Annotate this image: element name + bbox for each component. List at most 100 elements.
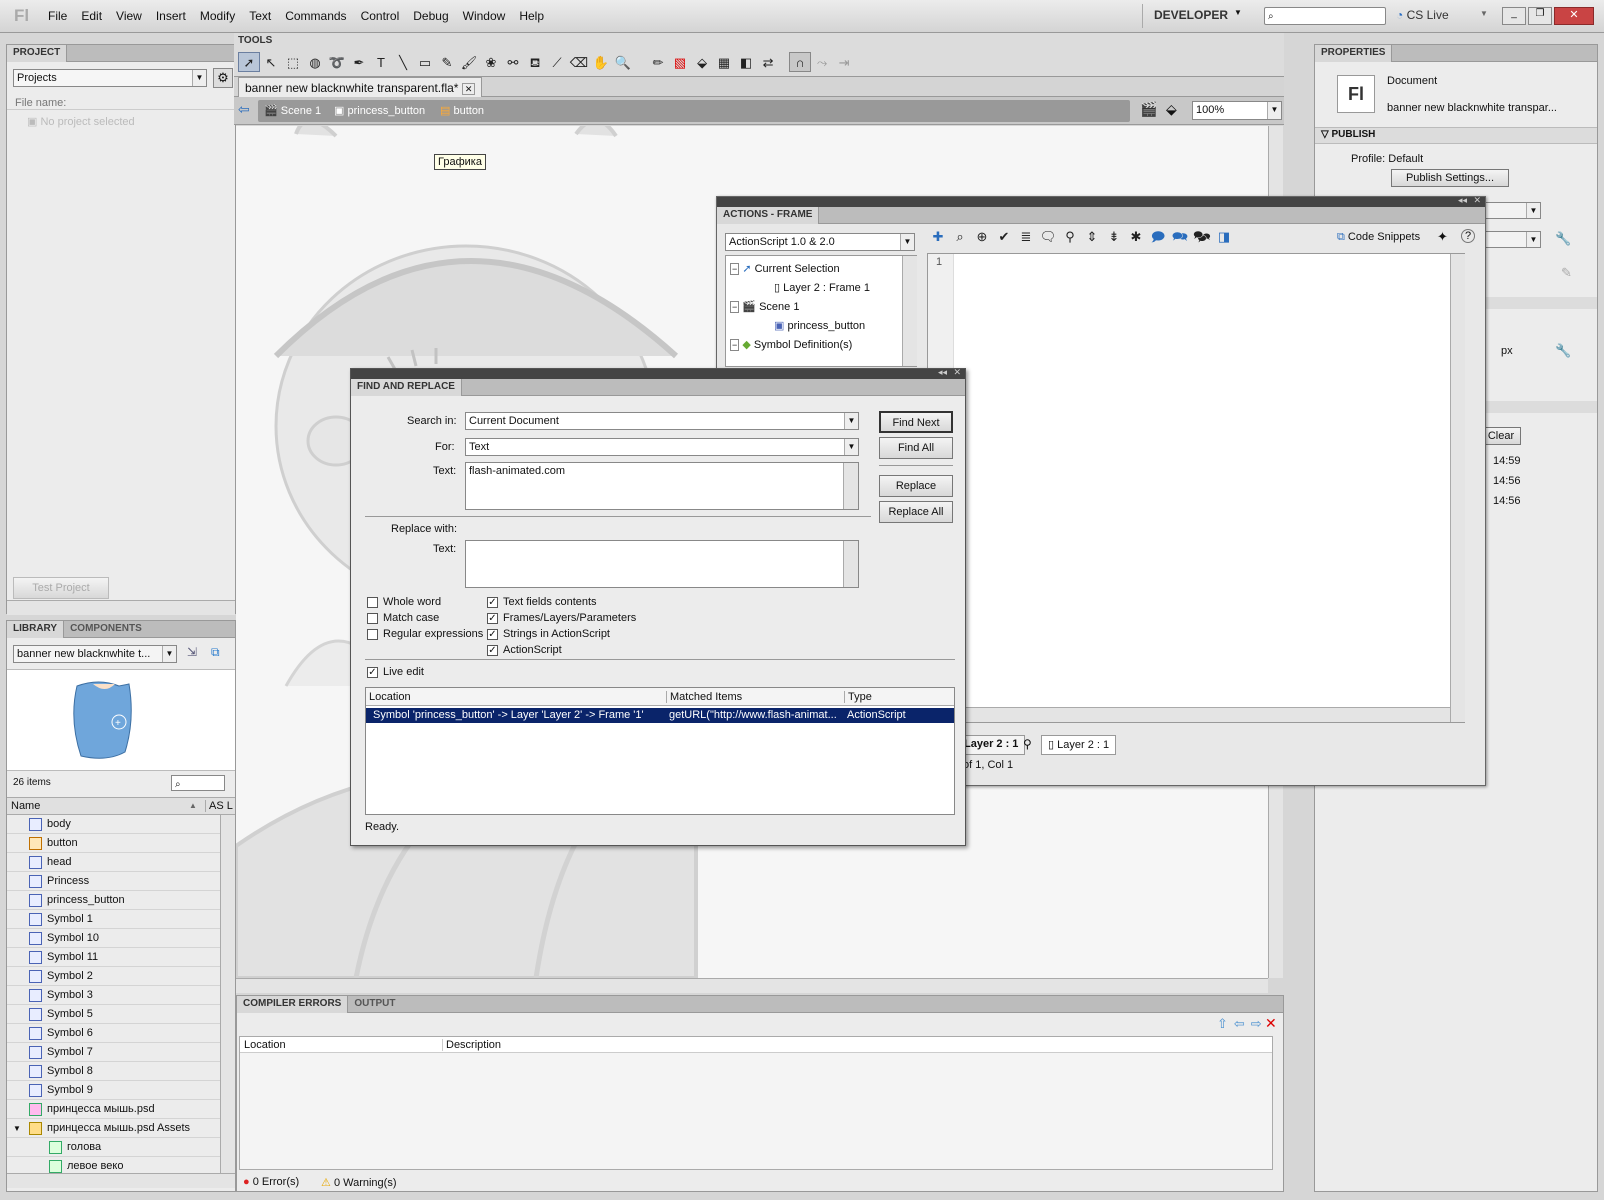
publish-section[interactable]: ▽ PUBLISH bbox=[1321, 129, 1375, 140]
find-tab[interactable]: FIND AND REPLACE bbox=[351, 379, 462, 396]
find-titlebar[interactable]: ◂◂ ✕ bbox=[351, 367, 965, 379]
library-item[interactable]: Symbol 2 bbox=[7, 967, 220, 986]
code-snippets-button[interactable]: ⧉ Code Snippets bbox=[1337, 231, 1420, 244]
deco-tool-icon[interactable]: ❀ bbox=[480, 53, 502, 73]
chevron-down-icon[interactable]: ▼ bbox=[1234, 8, 1242, 17]
add-statement-icon[interactable]: ✚ bbox=[927, 227, 949, 247]
replace-all-button[interactable]: Replace All bbox=[879, 501, 953, 523]
library-document-dropdown[interactable]: banner new blacknwhite t... ▼ bbox=[13, 645, 177, 663]
toggle-toolbox-icon[interactable]: ◨ bbox=[1213, 227, 1235, 247]
workspace-switcher[interactable]: DEVELOPER bbox=[1154, 8, 1228, 22]
search-in-dropdown[interactable]: Current Document ▼ bbox=[465, 412, 859, 430]
apply-block-comment-icon[interactable]: 🗩 bbox=[1147, 227, 1169, 247]
smooth-icon[interactable]: ⤳ bbox=[811, 53, 833, 73]
collapse-selection-icon[interactable]: ⇟ bbox=[1103, 227, 1125, 247]
no-color-icon[interactable]: ▧ bbox=[669, 53, 691, 73]
menu-insert[interactable]: Insert bbox=[156, 9, 186, 23]
tree-princess-button[interactable]: ▣ princess_button bbox=[730, 317, 900, 336]
menu-commands[interactable]: Commands bbox=[285, 9, 346, 23]
library-search-input[interactable]: ⌕ bbox=[171, 775, 225, 791]
script-editor[interactable]: 1 bbox=[927, 253, 1465, 723]
pencil-icon[interactable]: ✎ bbox=[436, 53, 458, 73]
restore-button[interactable]: ❐ bbox=[1528, 7, 1552, 25]
project-tab[interactable]: PROJECT bbox=[7, 45, 68, 62]
expand-all-icon[interactable]: ✱ bbox=[1125, 227, 1147, 247]
find-text-input[interactable]: flash-animated.com bbox=[465, 462, 859, 510]
edit-scene-icon[interactable]: 🎬 bbox=[1140, 101, 1157, 118]
table-row[interactable]: Symbol 'princess_button' -> Layer 'Layer… bbox=[366, 708, 954, 723]
close-tab-icon[interactable]: ✕ bbox=[461, 83, 476, 95]
magic-wand-icon[interactable]: ✦ bbox=[1437, 229, 1448, 245]
find-all-button[interactable]: Find All bbox=[879, 437, 953, 459]
col-location[interactable]: Location bbox=[244, 1039, 286, 1051]
crumb-button[interactable]: ▤ button bbox=[440, 104, 484, 117]
strings-as-checkbox[interactable]: ✓ bbox=[487, 629, 498, 640]
col-type[interactable]: Type bbox=[844, 691, 872, 703]
pen-tool-icon[interactable]: ✒ bbox=[348, 53, 370, 73]
menu-debug[interactable]: Debug bbox=[413, 9, 448, 23]
new-library-panel-icon[interactable]: ⧉ bbox=[211, 645, 220, 660]
find-next-button[interactable]: Find Next bbox=[879, 411, 953, 433]
whole-word-checkbox[interactable] bbox=[367, 597, 378, 608]
minimize-button[interactable]: _ bbox=[1502, 7, 1526, 25]
library-item[interactable]: Symbol 11 bbox=[7, 948, 220, 967]
close-button[interactable]: ✕ bbox=[1554, 7, 1594, 25]
library-item[interactable]: Symbol 5 bbox=[7, 1005, 220, 1024]
menu-view[interactable]: View bbox=[116, 9, 142, 23]
projects-dropdown[interactable]: Projects ▼ bbox=[13, 69, 207, 87]
crumb-scene[interactable]: 🎬 Scene 1 bbox=[264, 104, 321, 117]
debug-options-icon[interactable]: ⚲ bbox=[1059, 227, 1081, 247]
back-arrow-icon[interactable]: ⇦ bbox=[238, 101, 250, 118]
wrench-icon[interactable]: 🔧 bbox=[1555, 343, 1571, 359]
library-item[interactable]: Symbol 1 bbox=[7, 910, 220, 929]
library-item[interactable]: Symbol 10 bbox=[7, 929, 220, 948]
subselection-tool-icon[interactable]: ↖ bbox=[260, 53, 282, 73]
apply-line-comment-icon[interactable]: 🗪 bbox=[1169, 227, 1191, 247]
replace-button[interactable]: Replace bbox=[879, 475, 953, 497]
nav-arrows-icon[interactable]: ⇧⇦⇨ bbox=[1217, 1016, 1268, 1032]
eraser-icon[interactable]: ⌫ bbox=[568, 53, 590, 73]
auto-format-icon[interactable]: ≣ bbox=[1015, 227, 1037, 247]
crumb-princess-button[interactable]: ▣ princess_button bbox=[334, 104, 425, 117]
actions-tab[interactable]: ACTIONS - FRAME bbox=[717, 207, 820, 224]
3d-rotation-icon[interactable]: ◍ bbox=[304, 53, 326, 73]
col-as-linkage[interactable]: AS L bbox=[205, 800, 233, 812]
zoom-tool-icon[interactable]: 🔍 bbox=[612, 53, 634, 73]
fill-color-icon[interactable]: ⬙ bbox=[691, 53, 713, 73]
col-name[interactable]: Name bbox=[11, 800, 40, 812]
check-syntax-icon[interactable]: ✔ bbox=[993, 227, 1015, 247]
chevron-down-icon[interactable]: ▼ bbox=[13, 1119, 21, 1138]
zoom-dropdown[interactable]: 100% ▼ bbox=[1192, 101, 1282, 120]
for-dropdown[interactable]: Text ▼ bbox=[465, 438, 859, 456]
target-path-icon[interactable]: ⊕ bbox=[971, 227, 993, 247]
lasso-icon[interactable]: ➰ bbox=[326, 53, 348, 73]
rectangle-tool-icon[interactable]: ▭ bbox=[414, 53, 436, 73]
help-search-input[interactable]: ⌕ bbox=[1264, 7, 1386, 25]
replace-text-input[interactable] bbox=[465, 540, 859, 588]
col-matched-items[interactable]: Matched Items bbox=[666, 691, 742, 703]
script-tab-1[interactable]: Layer 2 : 1 bbox=[957, 735, 1026, 755]
swap-colors-icon[interactable]: ⇄ bbox=[757, 53, 779, 73]
pin-script-icon[interactable]: ⚲ bbox=[1023, 737, 1032, 751]
pin-icon[interactable]: ⇲ bbox=[187, 645, 197, 659]
clear-icon[interactable]: ✕ bbox=[1265, 1015, 1277, 1032]
properties-tab[interactable]: PROPERTIES bbox=[1315, 45, 1393, 62]
remove-comment-icon[interactable]: 🗫 bbox=[1191, 227, 1213, 247]
text-tool-icon[interactable]: T bbox=[370, 53, 392, 73]
library-item[interactable]: Symbol 7 bbox=[7, 1043, 220, 1062]
regex-checkbox[interactable] bbox=[367, 629, 378, 640]
property-dropdown[interactable]: ▼ bbox=[1479, 202, 1541, 219]
tab-compiler-errors[interactable]: COMPILER ERRORS bbox=[237, 996, 349, 1013]
library-scrollbar[interactable] bbox=[220, 815, 235, 1173]
col-description[interactable]: Description bbox=[442, 1039, 501, 1051]
edit-symbols-icon[interactable]: ⬙ bbox=[1166, 101, 1177, 118]
library-item[interactable]: Symbol 9 bbox=[7, 1081, 220, 1100]
library-item[interactable]: princess_button bbox=[7, 891, 220, 910]
library-item[interactable]: button bbox=[7, 834, 220, 853]
menu-text[interactable]: Text bbox=[249, 9, 271, 23]
menu-control[interactable]: Control bbox=[361, 9, 400, 23]
gear-icon[interactable]: ⚙ bbox=[213, 68, 233, 88]
paint-bucket-icon[interactable]: ⛾ bbox=[524, 53, 546, 73]
frames-layers-checkbox[interactable]: ✓ bbox=[487, 613, 498, 624]
tree-current-selection[interactable]: − ➚ Current Selection bbox=[730, 260, 900, 279]
